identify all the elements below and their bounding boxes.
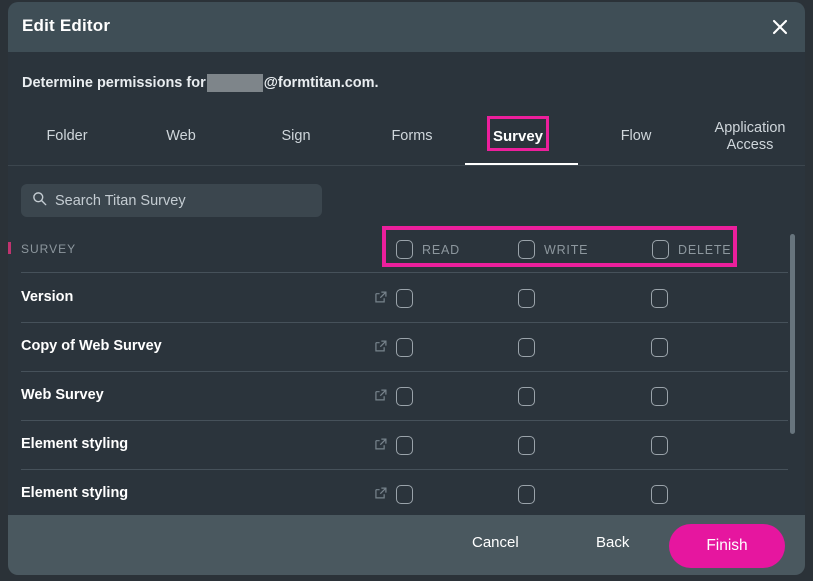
row-name: Version <box>21 289 73 305</box>
search-input[interactable]: Search Titan Survey <box>21 184 322 217</box>
column-header-read-label: READ <box>422 243 460 257</box>
table-header-divider <box>21 272 788 273</box>
row-read-checkbox[interactable] <box>396 338 413 357</box>
dialog-title: Edit Editor <box>22 16 110 36</box>
row-write-checkbox[interactable] <box>518 436 535 455</box>
tabs-divider <box>8 165 805 166</box>
column-header-survey: SURVEY <box>21 242 76 256</box>
external-link-icon[interactable] <box>374 290 388 309</box>
table-row[interactable]: Element styling <box>8 421 805 470</box>
row-delete-checkbox[interactable] <box>651 289 668 308</box>
row-delete-checkbox[interactable] <box>651 436 668 455</box>
row-delete-checkbox[interactable] <box>651 485 668 504</box>
redacted-username <box>207 74 263 92</box>
dialog-header: Edit Editor <box>8 2 805 52</box>
tab-sign[interactable]: Sign <box>256 110 336 163</box>
row-write-checkbox[interactable] <box>518 289 535 308</box>
finish-button[interactable]: Finish <box>669 524 785 568</box>
row-read-checkbox[interactable] <box>396 289 413 308</box>
tab-web[interactable]: Web <box>141 110 221 163</box>
close-icon[interactable] <box>767 14 793 40</box>
row-name: Element styling <box>21 485 128 501</box>
highlight-edge-marker <box>8 242 11 254</box>
column-header-write-label: WRITE <box>544 243 588 257</box>
select-all-delete-checkbox[interactable] <box>652 240 669 259</box>
external-link-icon[interactable] <box>374 388 388 407</box>
row-write-checkbox[interactable] <box>518 387 535 406</box>
external-link-icon[interactable] <box>374 339 388 358</box>
back-button[interactable]: Back <box>596 534 629 551</box>
search-icon <box>32 191 47 211</box>
tab-survey[interactable]: Survey <box>487 110 549 163</box>
subtitle-suffix: @formtitan.com. <box>264 75 379 91</box>
tab-folder[interactable]: Folder <box>26 110 108 163</box>
tab-application-access[interactable]: Application Access <box>700 110 800 163</box>
table-row[interactable]: Element styling <box>8 470 805 515</box>
external-link-icon[interactable] <box>374 437 388 456</box>
table-row[interactable]: Version <box>8 274 805 323</box>
tab-forms[interactable]: Forms <box>366 110 458 163</box>
table-row[interactable]: Web Survey <box>8 372 805 421</box>
table-row[interactable]: Copy of Web Survey <box>8 323 805 372</box>
select-all-write-checkbox[interactable] <box>518 240 535 259</box>
table-header-row: SURVEY READ WRITE DELETE <box>8 236 805 270</box>
survey-table-body: Version Copy of Web Survey <box>8 274 805 515</box>
row-read-checkbox[interactable] <box>396 387 413 406</box>
row-name: Web Survey <box>21 387 104 403</box>
subtitle-prefix: Determine permissions for <box>22 75 206 91</box>
table-scrollbar-thumb[interactable] <box>790 234 795 434</box>
row-delete-checkbox[interactable] <box>651 387 668 406</box>
tab-flow[interactable]: Flow <box>596 110 676 163</box>
column-header-read[interactable]: READ <box>396 240 460 259</box>
row-delete-checkbox[interactable] <box>651 338 668 357</box>
row-read-checkbox[interactable] <box>396 485 413 504</box>
row-name: Element styling <box>21 436 128 452</box>
row-write-checkbox[interactable] <box>518 485 535 504</box>
permissions-subtitle: Determine permissions for @formtitan.com… <box>22 74 379 92</box>
column-header-write[interactable]: WRITE <box>518 240 588 259</box>
permission-tabs: Folder Web Sign Forms Survey Flow Applic… <box>8 110 805 163</box>
dialog-footer: Cancel Back Finish <box>8 515 805 575</box>
row-read-checkbox[interactable] <box>396 436 413 455</box>
select-all-read-checkbox[interactable] <box>396 240 413 259</box>
external-link-icon[interactable] <box>374 486 388 505</box>
cancel-button[interactable]: Cancel <box>472 534 519 551</box>
edit-editor-dialog: Edit Editor Determine permissions for @f… <box>8 2 805 575</box>
column-header-delete-label: DELETE <box>678 243 731 257</box>
row-name: Copy of Web Survey <box>21 338 162 354</box>
screen: Edit Editor Determine permissions for @f… <box>0 0 813 581</box>
column-header-delete[interactable]: DELETE <box>652 240 731 259</box>
row-write-checkbox[interactable] <box>518 338 535 357</box>
search-placeholder: Search Titan Survey <box>55 193 186 209</box>
